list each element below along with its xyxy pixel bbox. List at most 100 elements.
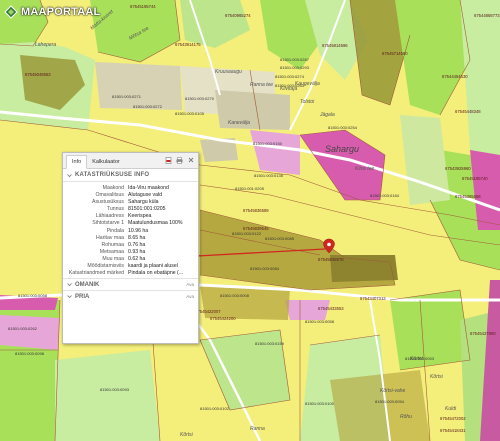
parcel-id: 67545714560 (382, 51, 408, 56)
info-row: Pindala 10.96 ha (63, 228, 198, 235)
logo[interactable]: MAAPORTAAL (4, 3, 100, 21)
info-row-label: Mõõdistamisviis (87, 263, 124, 270)
info-row: Omavalitsus Alutaguse vald (63, 192, 198, 199)
parcel-id: 67544868773 (474, 13, 500, 18)
info-row-value: Keerispea (128, 213, 152, 220)
cadastral-id: 81501:003:0100 (305, 401, 335, 406)
cadastral-id: 81501:003:0053 (405, 356, 435, 361)
tab-kalkulaator[interactable]: Kalkulaator (87, 156, 125, 168)
cadastral-id: 81501:003:0058 (305, 319, 335, 324)
cadastral-id: 81501:003:0102 (200, 406, 230, 411)
parcel-id: 67545418431 (440, 428, 466, 433)
info-row-value: 81501:001:0205 (128, 206, 166, 213)
parcel-id: 67544454530 (442, 74, 468, 79)
section-omanik-title: OMANIK (75, 281, 100, 288)
parcel-id: 67545433553 (318, 306, 344, 311)
info-row: Rohumaa 0.76 ha (63, 242, 198, 249)
cadastral-id: 81501:003:0262 (8, 326, 38, 331)
info-row-label: Haritav maa (96, 234, 124, 241)
cadastral-id: 81501:001:0205 (235, 186, 265, 191)
place-name: Kõrtsi-vahe (380, 388, 406, 394)
cadastral-id: 81501:003:0270 (185, 96, 215, 101)
place-name: Rõhu (400, 414, 412, 420)
info-row-value: kaardi ja plaani alusel (128, 263, 178, 270)
pdf-icon[interactable] (165, 156, 172, 164)
info-row-label: Tunnus (106, 206, 124, 213)
maaportaal-logo-icon (4, 5, 18, 19)
parcel-id: 67545472002 (440, 416, 466, 421)
info-row-label: Metsamaa (99, 248, 124, 255)
cadastral-id: 81501:003:0054 (375, 399, 405, 404)
road-label: Kiisa tee (355, 166, 374, 172)
info-row-value: 0.93 ha (128, 248, 146, 255)
place-name: Jägala (319, 112, 335, 118)
info-row-value: 10.96 ha (128, 227, 149, 234)
info-row-value: 0.76 ha (128, 241, 146, 248)
print-icon[interactable] (176, 156, 183, 164)
cadastral-id: 81501:003:0085 (265, 236, 295, 241)
cadastral-id: 81501:003:0274 (275, 74, 305, 79)
parcel-id: 67545424200 (210, 316, 236, 321)
cadastral-id: 81501:003:0272 (133, 104, 163, 109)
cadastral-id: 81501:003:0093 (100, 387, 130, 392)
builtup-parcel (215, 90, 290, 130)
cadastral-id: 81501:003:0008 (220, 293, 250, 298)
info-row-label: Maakond (102, 185, 124, 191)
info-row: Maakond Ida-Viru maakond (63, 185, 198, 192)
panel-tabs: Info Kalkulaator (63, 153, 198, 169)
cadastral-id: 81501:003:0263 (275, 83, 305, 88)
parcel-id: 67543914175 (175, 42, 201, 47)
olive-parcel (330, 370, 430, 441)
cadastral-id: 81501:003:0084 (250, 266, 280, 271)
section-pria-title: PRIA (75, 293, 90, 300)
info-row-value: Ida-Viru maakond (128, 185, 169, 191)
cadastral-id: 81501:003:0159 (255, 341, 285, 346)
info-row: Asustusüksus Sahargu küla (63, 199, 198, 206)
info-row-label: Rohumaa (101, 241, 125, 248)
parcel-id: 67540965274 (225, 13, 251, 18)
info-row: Tunnus 81501:001:0205 (63, 206, 198, 213)
cadastral-id: 81501:003:0135 (254, 173, 284, 178)
forest-parcel (55, 350, 160, 441)
parcel-id: 67545427800 (470, 331, 496, 336)
info-row: Metsamaa 0.93 ha (63, 249, 198, 256)
cadastral-id: 81501:003:0122 (232, 231, 262, 236)
parcel-id: 67545365658 (455, 194, 481, 199)
section-header[interactable]: KATASTRIÜKSUSE INFO (63, 169, 198, 182)
place-name: Kõrtsi (180, 432, 194, 438)
info-rows: Maakond Ida-Viru maakond Omavalitsus Alutag… (63, 182, 198, 278)
place-name: Kanevälja (228, 120, 250, 126)
info-row-label: Lähiaadress (95, 213, 124, 220)
cadastral-id: 81501:003:0150 (253, 141, 283, 146)
info-panel: Info Kalkulaator KATASTRIÜKSUSE INFO Maa… (62, 152, 199, 344)
section-pria-open[interactable]: Ava (186, 294, 194, 299)
builtup-parcel (95, 62, 182, 110)
section-pria[interactable]: PRIA Ava (63, 290, 198, 302)
pink-parcel (0, 315, 60, 350)
info-row-value: Pindala on ebatäpne (... (128, 270, 184, 277)
info-row: Muu maa 0.62 ha (63, 256, 198, 263)
cadastral-id: 81501:003:0058 (18, 293, 48, 298)
parcel-id: 67545814596 (322, 43, 348, 48)
info-row-label: Sihtotstarve 1 (92, 220, 124, 227)
info-row-label: Omavalitsus (95, 192, 124, 199)
cadastral-id: 81501:003:0287 (280, 57, 310, 62)
info-row-label: Pindala (106, 227, 124, 234)
info-row-label: Katastriandmed märked (68, 270, 124, 277)
section-omanik[interactable]: OMANIK Ava (63, 278, 198, 290)
close-icon[interactable] (187, 157, 194, 163)
cadastral-id: 81501:003:0254 (328, 125, 358, 130)
chevron-down-icon (67, 283, 72, 287)
info-row-label: Asustusüksus (91, 199, 124, 206)
section-omanik-open[interactable]: Ava (186, 282, 194, 287)
tab-info[interactable]: Info (66, 155, 88, 169)
parcel-id: 67545838578 (318, 257, 344, 262)
parcel-id: 67545195740 (462, 176, 488, 181)
chevron-down-icon (67, 295, 72, 299)
place-name: Ranna (250, 426, 265, 432)
info-row: Katastriandmed märked Pindala on ebatäpne… (63, 270, 198, 276)
info-row-value: 8.65 ha (128, 234, 146, 241)
parcel-id: 67545195744 (130, 4, 156, 9)
cadastral-id: 81501:003:0105 (175, 111, 205, 116)
cadastral-id: 81501:003:0293 (280, 65, 310, 70)
